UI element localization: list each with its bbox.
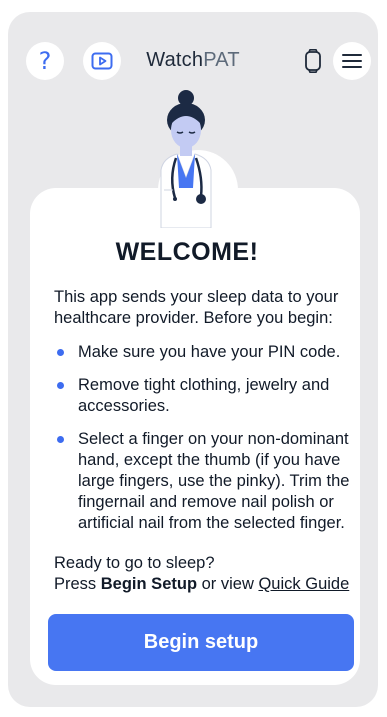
list-item-text: Make sure you have your PIN code. (78, 343, 341, 361)
begin-setup-emphasis: Begin Setup (100, 575, 198, 593)
list-item: Make sure you have your PIN code. (54, 342, 350, 363)
welcome-title: WELCOME! (115, 238, 259, 266)
begin-setup-button[interactable]: Begin setup (48, 614, 354, 671)
bullet-dot-icon (57, 382, 64, 389)
smartwatch-icon (305, 49, 321, 73)
quick-guide-link[interactable]: Quick Guide (258, 575, 349, 593)
menu-button[interactable] (333, 42, 371, 80)
ready-question: Ready to go to sleep? (54, 554, 215, 572)
bullet-dot-icon (57, 349, 64, 356)
bullet-dot-icon (57, 436, 64, 443)
press-instruction: Press Begin Setup or view Quick Guide (54, 574, 354, 595)
device-button[interactable] (294, 42, 332, 80)
list-item-text: Select a finger on your non-dominant han… (78, 430, 350, 532)
brand-watch: Watch (146, 49, 204, 71)
press-middle: or view (197, 575, 259, 593)
intro-text: This app sends your sleep data to your h… (54, 288, 339, 327)
instruction-list: Make sure you have your PIN code. Remove… (54, 342, 350, 546)
brand-pat: PAT (203, 49, 240, 71)
list-item: Remove tight clothing, jewelry and acces… (54, 375, 350, 417)
press-prefix: Press (54, 575, 101, 593)
ready-text: Ready to go to sleep? Press Begin Setup … (54, 553, 354, 595)
doctor-illustration-icon (160, 90, 212, 228)
list-item: Select a finger on your non-dominant han… (54, 429, 350, 534)
list-item-text: Remove tight clothing, jewelry and acces… (78, 376, 330, 415)
hamburger-menu-icon (342, 54, 362, 68)
